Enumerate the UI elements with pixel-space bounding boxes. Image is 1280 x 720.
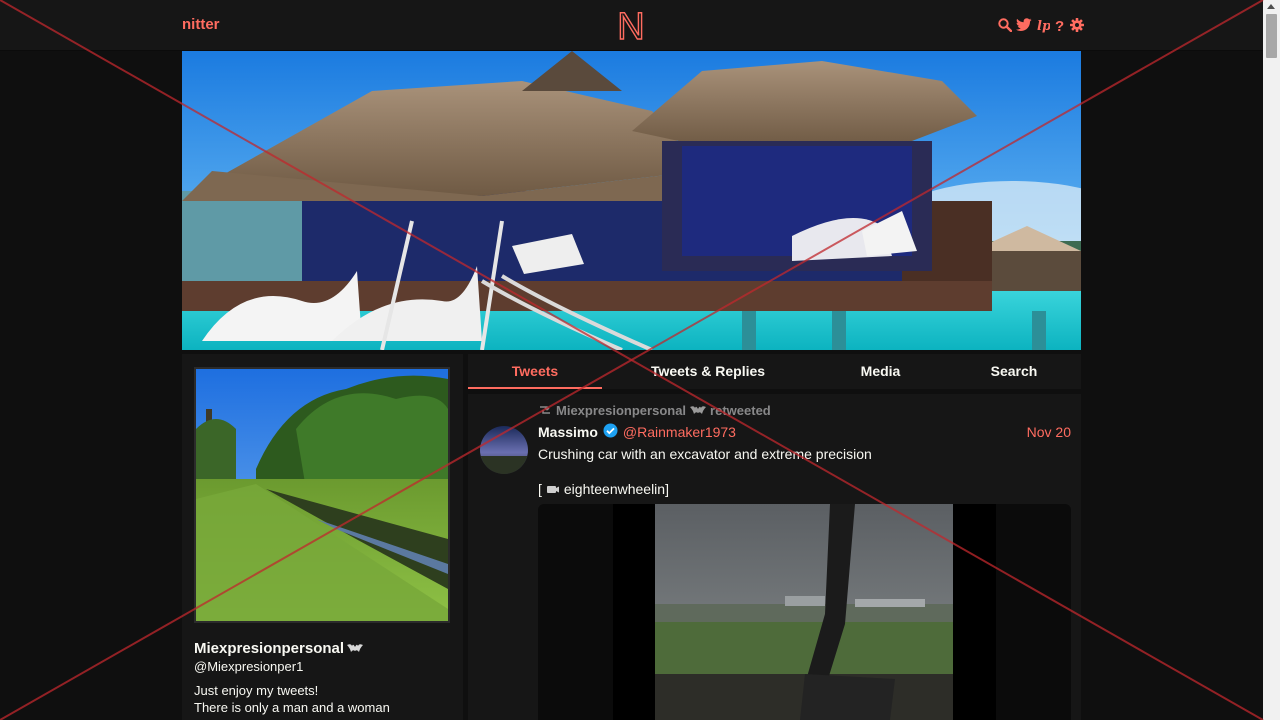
- tweet-date[interactable]: Nov 20: [1027, 424, 1071, 440]
- timeline: Miexpresionpersonal retweeted Massimo @R…: [468, 394, 1081, 720]
- tweet-credit: [ eighteenwheelin]: [538, 481, 669, 497]
- rss-icon[interactable]: lp: [1036, 17, 1050, 33]
- profile-fullname[interactable]: Miexpresionpersonal: [194, 640, 364, 657]
- svg-text:?: ?: [1055, 18, 1064, 33]
- search-icon[interactable]: [998, 17, 1012, 33]
- tweet-avatar[interactable]: [480, 426, 528, 474]
- scroll-up-arrow-icon[interactable]: [1267, 4, 1275, 9]
- profile-fullname-text[interactable]: Miexpresionpersonal: [194, 640, 344, 657]
- tab-media[interactable]: Media: [814, 354, 947, 389]
- tab-tweets[interactable]: Tweets: [468, 354, 602, 389]
- tab-tweets-replies[interactable]: Tweets & Replies: [602, 354, 814, 389]
- retweet-icon: [538, 403, 552, 418]
- profile-banner[interactable]: [182, 51, 1081, 350]
- brand-link[interactable]: nitter: [182, 16, 220, 33]
- profile-card: Miexpresionpersonal @Miexpresionper1 Jus…: [182, 354, 463, 720]
- tweet-header: Massimo @Rainmaker1973: [538, 423, 736, 441]
- tweet-text: Crushing car with an excavator and extre…: [538, 446, 872, 462]
- credit-open: [: [538, 481, 542, 497]
- credit-name: eighteenwheelin]: [563, 481, 669, 497]
- profile-avatar[interactable]: [194, 367, 450, 623]
- retweet-suffix: retweeted: [710, 403, 771, 418]
- gear-icon[interactable]: [1070, 17, 1084, 33]
- help-icon[interactable]: ?: [1053, 17, 1067, 33]
- nitter-logo[interactable]: N: [616, 5, 646, 48]
- retweet-header: Miexpresionpersonal retweeted: [538, 403, 771, 418]
- retweet-by[interactable]: Miexpresionpersonal: [556, 403, 686, 418]
- scroll-thumb[interactable]: [1266, 14, 1277, 58]
- tweet-media[interactable]: [538, 504, 1071, 720]
- nav-icons: lp ?: [998, 16, 1084, 34]
- bat-icon: [690, 403, 707, 418]
- tweet-fullname[interactable]: Massimo: [538, 424, 598, 440]
- bat-icon: [347, 640, 364, 657]
- profile-bio: Just enjoy my tweets! There is only a ma…: [194, 682, 390, 716]
- tab-search[interactable]: Search: [947, 354, 1081, 389]
- video-thumbnail[interactable]: [655, 504, 953, 720]
- tweet-username[interactable]: @Rainmaker1973: [623, 424, 736, 440]
- camera-icon: [546, 481, 560, 497]
- twitter-bird-icon[interactable]: [1015, 17, 1033, 33]
- logo-letter: N: [617, 8, 644, 42]
- timeline-tabs: Tweets Tweets & Replies Media Search: [468, 354, 1081, 389]
- verified-icon: [603, 423, 618, 441]
- bio-line: Just enjoy my tweets!: [194, 683, 319, 698]
- profile-username[interactable]: @Miexpresionper1: [194, 659, 303, 674]
- top-navbar: nitter N lp ?: [0, 0, 1263, 51]
- svg-text:lp: lp: [1037, 19, 1050, 33]
- page-scrollbar[interactable]: [1263, 0, 1280, 720]
- bio-line: There is only a man and a woman: [194, 700, 390, 715]
